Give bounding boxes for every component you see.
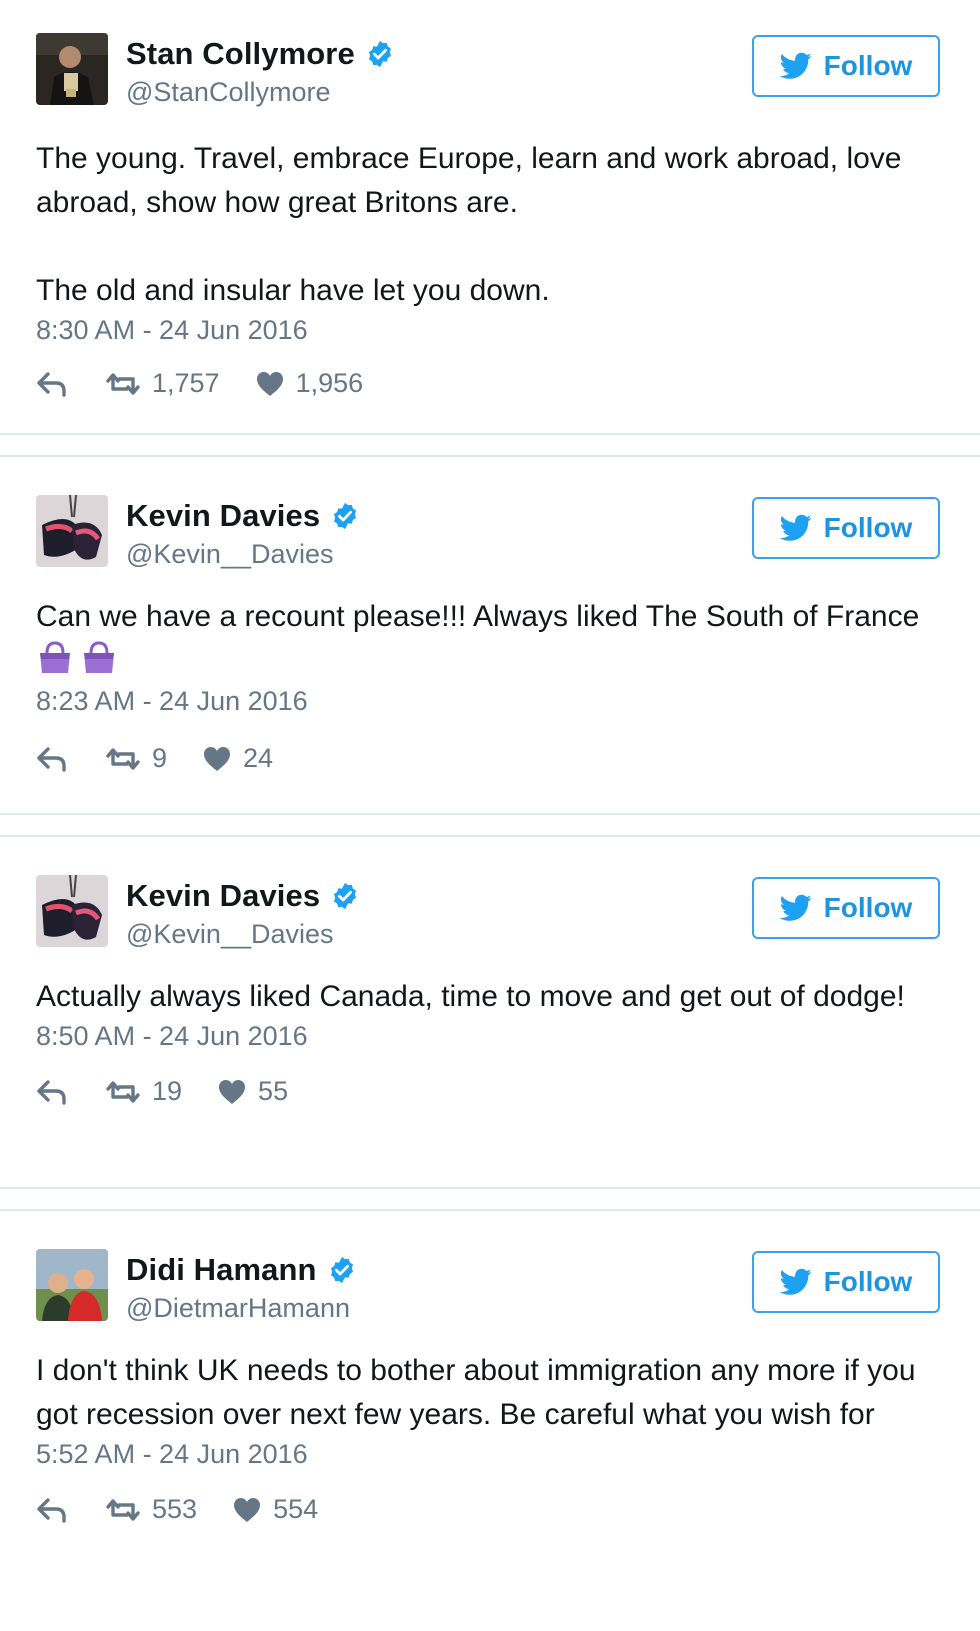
retweet-count: 19	[152, 1076, 183, 1106]
timestamp[interactable]: 8:30 AM - 24 Jun 2016	[36, 315, 940, 346]
like-button[interactable]: 24	[203, 743, 273, 774]
reply-button[interactable]	[36, 1497, 68, 1523]
follow-button[interactable]: Follow	[752, 1251, 940, 1313]
timestamp[interactable]: 5:52 AM - 24 Jun 2016	[36, 1439, 940, 1470]
retweet-count: 9	[152, 743, 168, 773]
display-name-row: Didi Hamann	[126, 1251, 357, 1289]
retweet-count: 1,757	[152, 368, 220, 398]
avatar[interactable]	[36, 875, 108, 947]
twitter-bird-icon	[779, 514, 812, 541]
retweet-count: 553	[152, 1494, 198, 1524]
tweet-card: Kevin Davies @Kevin__Davies Follow Can w…	[0, 457, 980, 813]
verified-badge-icon	[330, 501, 360, 531]
reply-icon	[37, 371, 66, 397]
purse-emoji-icon	[84, 641, 114, 673]
author-names: Kevin Davies @Kevin__Davies	[126, 875, 360, 950]
twitter-bird-icon	[779, 1268, 812, 1295]
tweet-separator	[0, 433, 980, 457]
follow-label: Follow	[823, 892, 913, 923]
display-name[interactable]: Kevin Davies	[126, 878, 320, 914]
like-count: 24	[243, 743, 274, 773]
tweet-text: Actually always liked Canada, time to mo…	[36, 975, 940, 1019]
tweet-actions: 553 554	[36, 1494, 940, 1525]
tweet-header: Stan Collymore @StanCollymore Follow	[36, 33, 940, 107]
like-button[interactable]: 554	[233, 1494, 318, 1525]
verified-badge-icon	[330, 881, 360, 911]
tweet-separator	[0, 1187, 980, 1211]
tweet-text-content: The young. Travel, embrace Europe, learn…	[36, 142, 902, 307]
reply-button[interactable]	[36, 746, 68, 772]
display-name[interactable]: Stan Collymore	[126, 36, 355, 72]
author-names: Stan Collymore @StanCollymore	[126, 33, 395, 108]
like-button[interactable]: 55	[218, 1076, 288, 1107]
timestamp[interactable]: 8:50 AM - 24 Jun 2016	[36, 1021, 940, 1052]
like-count: 55	[258, 1076, 289, 1106]
handle[interactable]: @Kevin__Davies	[126, 539, 360, 570]
like-count: 554	[273, 1494, 319, 1524]
author-names: Kevin Davies @Kevin__Davies	[126, 495, 360, 570]
heart-icon	[204, 746, 231, 771]
display-name[interactable]: Didi Hamann	[126, 1252, 317, 1288]
retweet-button[interactable]: 9	[106, 743, 167, 774]
avatar[interactable]	[36, 33, 108, 105]
retweet-button[interactable]: 1,757	[106, 368, 220, 399]
tweet-card: Stan Collymore @StanCollymore Follow The…	[0, 0, 980, 433]
display-name[interactable]: Kevin Davies	[126, 498, 320, 534]
retweet-icon	[106, 1498, 140, 1521]
handle[interactable]: @DietmarHamann	[126, 1293, 357, 1324]
retweet-icon	[106, 372, 140, 395]
tweet-card: Didi Hamann @DietmarHamann Follow I don'…	[0, 1211, 980, 1631]
timestamp[interactable]: 8:23 AM - 24 Jun 2016	[36, 686, 940, 717]
tweet-header: Kevin Davies @Kevin__Davies Follow	[36, 495, 940, 569]
tweet-actions: 19 55	[36, 1076, 940, 1107]
purse-emoji-icon	[40, 641, 70, 673]
handle[interactable]: @StanCollymore	[126, 77, 395, 108]
tweet-text: Can we have a recount please!!! Always l…	[36, 595, 940, 684]
reply-icon	[37, 1079, 66, 1105]
author-names: Didi Hamann @DietmarHamann	[126, 1249, 357, 1324]
tweet-actions: 1,757 1,956	[36, 368, 940, 399]
follow-button[interactable]: Follow	[752, 497, 940, 559]
like-button[interactable]: 1,956	[256, 368, 364, 399]
retweet-icon	[106, 1080, 140, 1103]
follow-label: Follow	[823, 1266, 913, 1297]
tweet-text: The young. Travel, embrace Europe, learn…	[36, 137, 940, 313]
reply-button[interactable]	[36, 1079, 68, 1105]
display-name-row: Kevin Davies	[126, 497, 360, 535]
twitter-bird-icon	[779, 52, 812, 79]
tweet-feed: Stan Collymore @StanCollymore Follow The…	[0, 0, 980, 1631]
tweet-text-content: Can we have a recount please!!! Always l…	[36, 600, 928, 633]
tweet-text: I don't think UK needs to bother about i…	[36, 1349, 940, 1437]
reply-icon	[37, 1497, 66, 1523]
avatar[interactable]	[36, 1249, 108, 1321]
follow-button[interactable]: Follow	[752, 35, 940, 97]
tweet-actions: 9 24	[36, 743, 940, 774]
follow-label: Follow	[823, 512, 913, 543]
tweet-separator	[0, 813, 980, 837]
follow-button[interactable]: Follow	[752, 877, 940, 939]
reply-button[interactable]	[36, 371, 68, 397]
tweet-text-content: I don't think UK needs to bother about i…	[36, 1354, 924, 1431]
retweet-button[interactable]: 19	[106, 1076, 182, 1107]
heart-icon	[219, 1079, 246, 1104]
display-name-row: Stan Collymore	[126, 35, 395, 73]
tweet-header: Didi Hamann @DietmarHamann Follow	[36, 1249, 940, 1323]
handle[interactable]: @Kevin__Davies	[126, 919, 360, 950]
follow-label: Follow	[823, 50, 913, 81]
reply-icon	[37, 746, 66, 772]
heart-icon	[234, 1497, 261, 1522]
verified-badge-icon	[327, 1255, 357, 1285]
retweet-icon	[106, 747, 140, 770]
tweet-header: Kevin Davies @Kevin__Davies Follow	[36, 875, 940, 949]
display-name-row: Kevin Davies	[126, 877, 360, 915]
avatar[interactable]	[36, 495, 108, 567]
retweet-button[interactable]: 553	[106, 1494, 197, 1525]
heart-icon	[256, 371, 283, 396]
verified-badge-icon	[365, 39, 395, 69]
tweet-card: Kevin Davies @Kevin__Davies Follow Actua…	[0, 837, 980, 1187]
like-count: 1,956	[295, 368, 364, 398]
tweet-text-content: Actually always liked Canada, time to mo…	[36, 980, 905, 1013]
twitter-bird-icon	[779, 894, 812, 921]
